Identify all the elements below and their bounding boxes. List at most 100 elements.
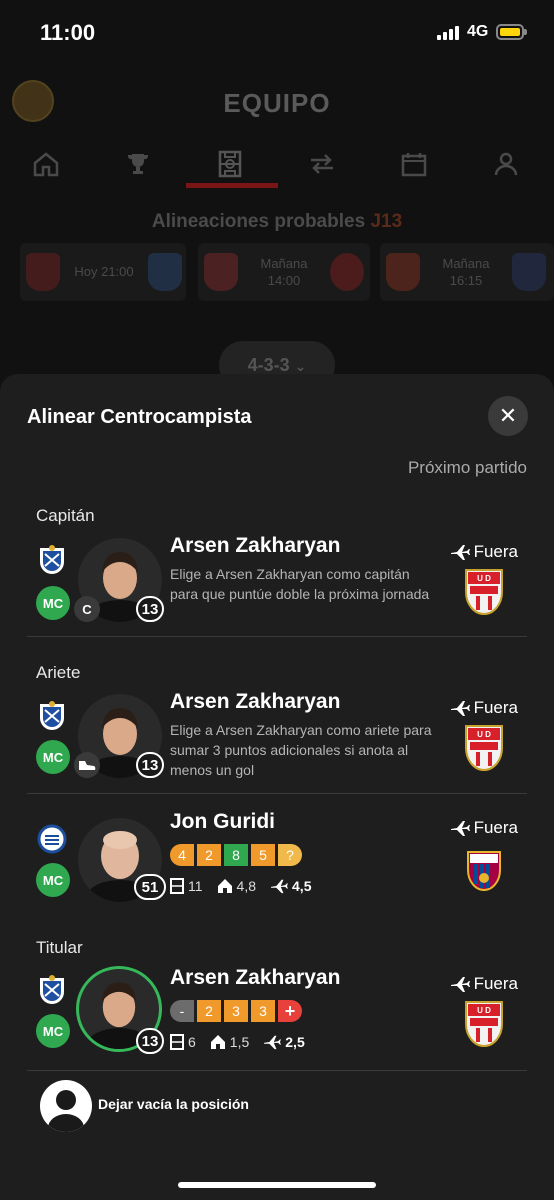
plane-icon (264, 1035, 282, 1050)
almeria-crest-icon: U D (465, 1001, 503, 1047)
stat-home-value: 4,8 (236, 878, 257, 894)
score-chip: 8 (224, 844, 248, 866)
player-row[interactable]: MC C 13 Arsen Zakharyan Elige a Arsen Za… (0, 534, 554, 642)
transfer-icon[interactable] (276, 140, 368, 188)
field-icon (170, 878, 184, 894)
venue-indicator: Fuera (450, 542, 518, 562)
empty-avatar-icon (40, 1080, 92, 1132)
score-chip: 3 (224, 1000, 248, 1022)
player-stats: 11 4,8 4,5 (170, 878, 311, 894)
main-nav (0, 140, 554, 188)
venue-indicator: Fuera (450, 974, 518, 994)
chevron-down-icon: ⌄ (294, 358, 307, 374)
score-chip: 5 (251, 844, 275, 866)
group-label-striker: Ariete (36, 663, 81, 682)
network-label: 4G (467, 23, 489, 40)
match-time: Mañana 14:00 (260, 256, 308, 288)
player-description: Elige a Arsen Zakharyan como capitán par… (170, 566, 430, 602)
sheet-title: Alinear Centrocampista (27, 406, 252, 428)
player-name: Jon Guridi (170, 810, 275, 833)
calendar-icon[interactable] (368, 140, 460, 188)
trophy-icon[interactable] (92, 140, 184, 188)
status-time: 11:00 (40, 20, 96, 45)
player-description: Elige a Arsen Zakharyan como ariete para… (170, 722, 432, 778)
club-crest-icon (512, 253, 546, 291)
match-card[interactable]: Mañana 16:15 (380, 243, 554, 301)
player-row-selected[interactable]: MC 13 Arsen Zakharyan - 2 3 3 + 6 1,5 2,… (0, 966, 554, 1074)
score-chip: 3 (251, 1000, 275, 1022)
stat-total-value: 11 (188, 878, 203, 894)
svg-text:U D: U D (477, 1006, 491, 1015)
leave-empty-option[interactable]: Dejar vacía la posición (0, 1072, 554, 1142)
player-row[interactable]: MC 13 Arsen Zakharyan Elige a Arsen Zakh… (0, 690, 554, 798)
boot-icon (74, 752, 100, 778)
venue-label: Fuera (473, 974, 518, 993)
divider (27, 1070, 527, 1071)
player-name: Arsen Zakharyan (170, 690, 341, 713)
stat-total-value: 6 (188, 1034, 196, 1050)
stat-home-value: 1,5 (229, 1034, 250, 1050)
stat-away-value: 2,5 (285, 1034, 305, 1050)
score-chip: 4 (170, 844, 194, 866)
stat-away: 4,5 (270, 878, 311, 894)
field-icon[interactable] (184, 140, 276, 188)
stat-total: 6 (170, 1034, 196, 1050)
plane-icon (450, 701, 470, 716)
position-badge: MC (36, 586, 70, 620)
leave-empty-label: Dejar vacía la posición (98, 1096, 249, 1112)
recent-scores: 4 2 8 5 ? (170, 844, 302, 866)
venue-label: Fuera (473, 818, 518, 837)
position-badge: MC (36, 1014, 70, 1048)
real-sociedad-crest-icon (40, 975, 64, 1004)
home-icon (217, 879, 232, 893)
plane-icon (450, 545, 470, 560)
divider (27, 793, 527, 794)
home-indicator[interactable] (178, 1182, 376, 1188)
player-number: 13 (136, 1028, 164, 1054)
match-card[interactable]: Hoy 21:00 (20, 243, 186, 301)
close-icon: ✕ (498, 403, 518, 428)
position-badge: MC (36, 863, 70, 897)
barcelona-crest-icon (467, 851, 501, 891)
svg-text:U D: U D (477, 574, 491, 583)
club-crest-icon (330, 253, 364, 291)
formation-label: 4-3-3 (247, 355, 290, 375)
lineup-sheet: Alinear Centrocampista ✕ Próximo partido… (0, 374, 554, 1200)
home-icon[interactable] (0, 140, 92, 188)
recent-scores: - 2 3 3 + (170, 1000, 302, 1022)
venue-label: Fuera (473, 698, 518, 717)
player-name: Arsen Zakharyan (170, 534, 341, 557)
real-sociedad-crest-icon (40, 701, 64, 730)
group-label-captain: Capitán (36, 506, 95, 525)
venue-label: Fuera (473, 542, 518, 561)
close-button[interactable]: ✕ (488, 396, 528, 436)
stat-home: 1,5 (210, 1034, 249, 1050)
probable-lineups-label: Alineaciones probables (151, 211, 366, 232)
captain-badge: C (74, 596, 100, 622)
stat-away: 2,5 (263, 1034, 305, 1050)
player-number: 51 (134, 874, 166, 900)
injury-cross-icon: + (278, 1000, 302, 1022)
club-crest-icon (26, 253, 60, 291)
player-name: Arsen Zakharyan (170, 966, 341, 989)
score-chip: ? (278, 844, 302, 866)
score-chip: - (170, 1000, 194, 1022)
stat-total: 11 (170, 878, 203, 894)
background-app: 11:00 4G EQUIPO Alineaciones probables J… (0, 0, 554, 420)
position-badge: MC (36, 740, 70, 774)
club-crest-icon (148, 253, 182, 291)
status-bar: 11:00 4G (0, 0, 554, 66)
match-card[interactable]: Mañana 14:00 (198, 243, 370, 301)
battery-icon (496, 24, 527, 40)
almeria-crest-icon: U D (465, 725, 503, 771)
svg-text:U D: U D (477, 730, 491, 739)
plane-icon (450, 821, 470, 836)
users-icon[interactable] (460, 140, 552, 188)
player-row[interactable]: MC 51 Jon Guridi 4 2 8 5 ? 11 4,8 4,5 Fu… (0, 810, 554, 922)
next-match-label: Próximo partido (407, 458, 527, 477)
home-icon (210, 1035, 225, 1049)
page-title: EQUIPO (223, 88, 331, 118)
match-time: Hoy 21:00 (74, 264, 134, 279)
stat-away-value: 4,5 (292, 878, 312, 894)
field-icon (170, 1034, 184, 1050)
